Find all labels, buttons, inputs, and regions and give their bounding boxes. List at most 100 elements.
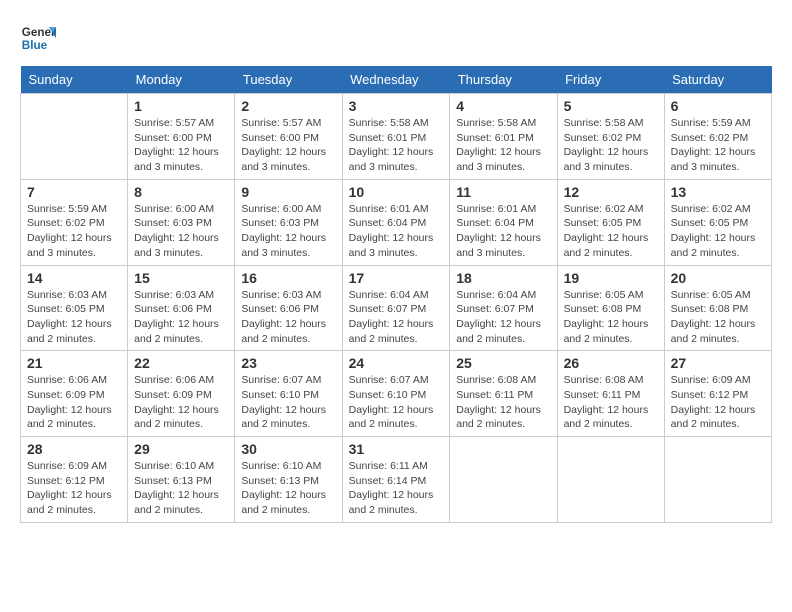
day-number: 7 (27, 184, 121, 200)
day-number: 10 (349, 184, 444, 200)
day-detail: Sunrise: 6:02 AM Sunset: 6:05 PM Dayligh… (564, 202, 658, 261)
calendar-cell: 5 Sunrise: 5:58 AM Sunset: 6:02 PM Daylig… (557, 94, 664, 180)
calendar-cell (450, 437, 557, 523)
day-number: 5 (564, 98, 658, 114)
day-detail: Sunrise: 5:58 AM Sunset: 6:01 PM Dayligh… (456, 116, 550, 175)
day-number: 6 (671, 98, 765, 114)
calendar-cell: 12 Sunrise: 6:02 AM Sunset: 6:05 PM Dayli… (557, 179, 664, 265)
logo-icon: General Blue (20, 20, 56, 56)
day-number: 21 (27, 355, 121, 371)
day-number: 15 (134, 270, 228, 286)
day-detail: Sunrise: 6:06 AM Sunset: 6:09 PM Dayligh… (134, 373, 228, 432)
calendar-cell: 18 Sunrise: 6:04 AM Sunset: 6:07 PM Dayli… (450, 265, 557, 351)
day-detail: Sunrise: 6:04 AM Sunset: 6:07 PM Dayligh… (349, 288, 444, 347)
day-detail: Sunrise: 6:04 AM Sunset: 6:07 PM Dayligh… (456, 288, 550, 347)
day-detail: Sunrise: 6:09 AM Sunset: 6:12 PM Dayligh… (27, 459, 121, 518)
day-detail: Sunrise: 6:03 AM Sunset: 6:05 PM Dayligh… (27, 288, 121, 347)
svg-text:Blue: Blue (22, 39, 48, 52)
weekday-header-saturday: Saturday (664, 66, 771, 94)
day-detail: Sunrise: 6:02 AM Sunset: 6:05 PM Dayligh… (671, 202, 765, 261)
calendar-cell (664, 437, 771, 523)
weekday-header-thursday: Thursday (450, 66, 557, 94)
calendar-cell: 1Sunrise: 5:57 AM Sunset: 6:00 PM Daylig… (128, 94, 235, 180)
calendar-cell: 27 Sunrise: 6:09 AM Sunset: 6:12 PM Dayli… (664, 351, 771, 437)
day-number: 12 (564, 184, 658, 200)
day-detail: Sunrise: 6:07 AM Sunset: 6:10 PM Dayligh… (349, 373, 444, 432)
day-number: 3 (349, 98, 444, 114)
day-number: 9 (241, 184, 335, 200)
calendar-cell: 17 Sunrise: 6:04 AM Sunset: 6:07 PM Dayli… (342, 265, 450, 351)
day-detail: Sunrise: 5:58 AM Sunset: 6:02 PM Dayligh… (564, 116, 658, 175)
calendar-cell: 30 Sunrise: 6:10 AM Sunset: 6:13 PM Dayli… (235, 437, 342, 523)
day-detail: Sunrise: 6:11 AM Sunset: 6:14 PM Dayligh… (349, 459, 444, 518)
day-detail: Sunrise: 5:58 AM Sunset: 6:01 PM Dayligh… (349, 116, 444, 175)
day-number: 4 (456, 98, 550, 114)
day-detail: Sunrise: 6:03 AM Sunset: 6:06 PM Dayligh… (134, 288, 228, 347)
day-detail: Sunrise: 5:59 AM Sunset: 6:02 PM Dayligh… (27, 202, 121, 261)
calendar-cell: 31 Sunrise: 6:11 AM Sunset: 6:14 PM Dayli… (342, 437, 450, 523)
day-number: 29 (134, 441, 228, 457)
day-number: 13 (671, 184, 765, 200)
day-number: 27 (671, 355, 765, 371)
day-detail: Sunrise: 6:08 AM Sunset: 6:11 PM Dayligh… (564, 373, 658, 432)
calendar-week-row: 7 Sunrise: 5:59 AM Sunset: 6:02 PM Daylig… (21, 179, 772, 265)
calendar-cell: 13 Sunrise: 6:02 AM Sunset: 6:05 PM Dayli… (664, 179, 771, 265)
day-detail: Sunrise: 6:10 AM Sunset: 6:13 PM Dayligh… (241, 459, 335, 518)
day-number: 14 (27, 270, 121, 286)
weekday-header-friday: Friday (557, 66, 664, 94)
day-detail: Sunrise: 6:00 AM Sunset: 6:03 PM Dayligh… (241, 202, 335, 261)
day-detail: Sunrise: 6:05 AM Sunset: 6:08 PM Dayligh… (671, 288, 765, 347)
day-number: 1 (134, 98, 228, 114)
day-number: 18 (456, 270, 550, 286)
calendar-cell: 6 Sunrise: 5:59 AM Sunset: 6:02 PM Daylig… (664, 94, 771, 180)
day-number: 2 (241, 98, 335, 114)
calendar-table: SundayMondayTuesdayWednesdayThursdayFrid… (20, 66, 772, 523)
calendar-cell: 9 Sunrise: 6:00 AM Sunset: 6:03 PM Daylig… (235, 179, 342, 265)
day-number: 25 (456, 355, 550, 371)
day-detail: Sunrise: 6:09 AM Sunset: 6:12 PM Dayligh… (671, 373, 765, 432)
calendar-cell: 3 Sunrise: 5:58 AM Sunset: 6:01 PM Daylig… (342, 94, 450, 180)
calendar-body: 1 Sunrise: 5:57 AM Sunset: 6:00 PM Daylig… (21, 94, 772, 523)
calendar-cell: 21Sunrise: 6:06 AM Sunset: 6:09 PM Dayli… (21, 351, 128, 437)
calendar-cell: 14 Sunrise: 6:03 AM Sunset: 6:05 PM Dayli… (21, 265, 128, 351)
day-number: 28 (27, 441, 121, 457)
day-number: 30 (241, 441, 335, 457)
day-number: 16 (241, 270, 335, 286)
calendar-cell: 8 Sunrise: 6:00 AM Sunset: 6:03 PM Daylig… (128, 179, 235, 265)
day-detail: Sunrise: 6:07 AM Sunset: 6:10 PM Dayligh… (241, 373, 335, 432)
calendar-cell (21, 94, 128, 180)
calendar-cell: 7 Sunrise: 5:59 AM Sunset: 6:02 PM Daylig… (21, 179, 128, 265)
calendar-cell: 25 Sunrise: 6:08 AM Sunset: 6:11 PM Dayli… (450, 351, 557, 437)
day-number: 17 (349, 270, 444, 286)
day-detail: Sunrise: 5:59 AM Sunset: 6:02 PM Dayligh… (671, 116, 765, 175)
calendar-cell: 26Sunrise: 6:08 AM Sunset: 6:11 PM Dayli… (557, 351, 664, 437)
day-detail: Sunrise: 6:00 AM Sunset: 6:03 PM Dayligh… (134, 202, 228, 261)
day-number: 8 (134, 184, 228, 200)
day-detail: Sunrise: 6:08 AM Sunset: 6:11 PM Dayligh… (456, 373, 550, 432)
weekday-header-wednesday: Wednesday (342, 66, 450, 94)
day-number: 24 (349, 355, 444, 371)
day-detail: Sunrise: 6:05 AM Sunset: 6:08 PM Dayligh… (564, 288, 658, 347)
calendar-cell: 11Sunrise: 6:01 AM Sunset: 6:04 PM Dayli… (450, 179, 557, 265)
day-number: 22 (134, 355, 228, 371)
calendar-cell: 29Sunrise: 6:10 AM Sunset: 6:13 PM Dayli… (128, 437, 235, 523)
calendar-cell: 2 Sunrise: 5:57 AM Sunset: 6:00 PM Daylig… (235, 94, 342, 180)
calendar-cell: 24 Sunrise: 6:07 AM Sunset: 6:10 PM Dayli… (342, 351, 450, 437)
calendar-cell (557, 437, 664, 523)
calendar-cell: 10 Sunrise: 6:01 AM Sunset: 6:04 PM Dayli… (342, 179, 450, 265)
calendar-cell: 20 Sunrise: 6:05 AM Sunset: 6:08 PM Dayli… (664, 265, 771, 351)
weekday-header-monday: Monday (128, 66, 235, 94)
weekday-header-tuesday: Tuesday (235, 66, 342, 94)
calendar-week-row: 28 Sunrise: 6:09 AM Sunset: 6:12 PM Dayli… (21, 437, 772, 523)
calendar-cell: 19Sunrise: 6:05 AM Sunset: 6:08 PM Dayli… (557, 265, 664, 351)
day-number: 31 (349, 441, 444, 457)
day-number: 20 (671, 270, 765, 286)
calendar-cell: 4 Sunrise: 5:58 AM Sunset: 6:01 PM Daylig… (450, 94, 557, 180)
day-number: 23 (241, 355, 335, 371)
day-detail: Sunrise: 5:57 AM Sunset: 6:00 PM Dayligh… (241, 116, 335, 175)
calendar-cell: 23 Sunrise: 6:07 AM Sunset: 6:10 PM Dayli… (235, 351, 342, 437)
calendar-week-row: 14 Sunrise: 6:03 AM Sunset: 6:05 PM Dayli… (21, 265, 772, 351)
day-detail: Sunrise: 6:01 AM Sunset: 6:04 PM Dayligh… (349, 202, 444, 261)
calendar-week-row: 21 Sunrise: 6:06 AM Sunset: 6:09 PM Dayli… (21, 351, 772, 437)
day-detail: Sunrise: 6:01 AM Sunset: 6:04 PM Dayligh… (456, 202, 550, 261)
